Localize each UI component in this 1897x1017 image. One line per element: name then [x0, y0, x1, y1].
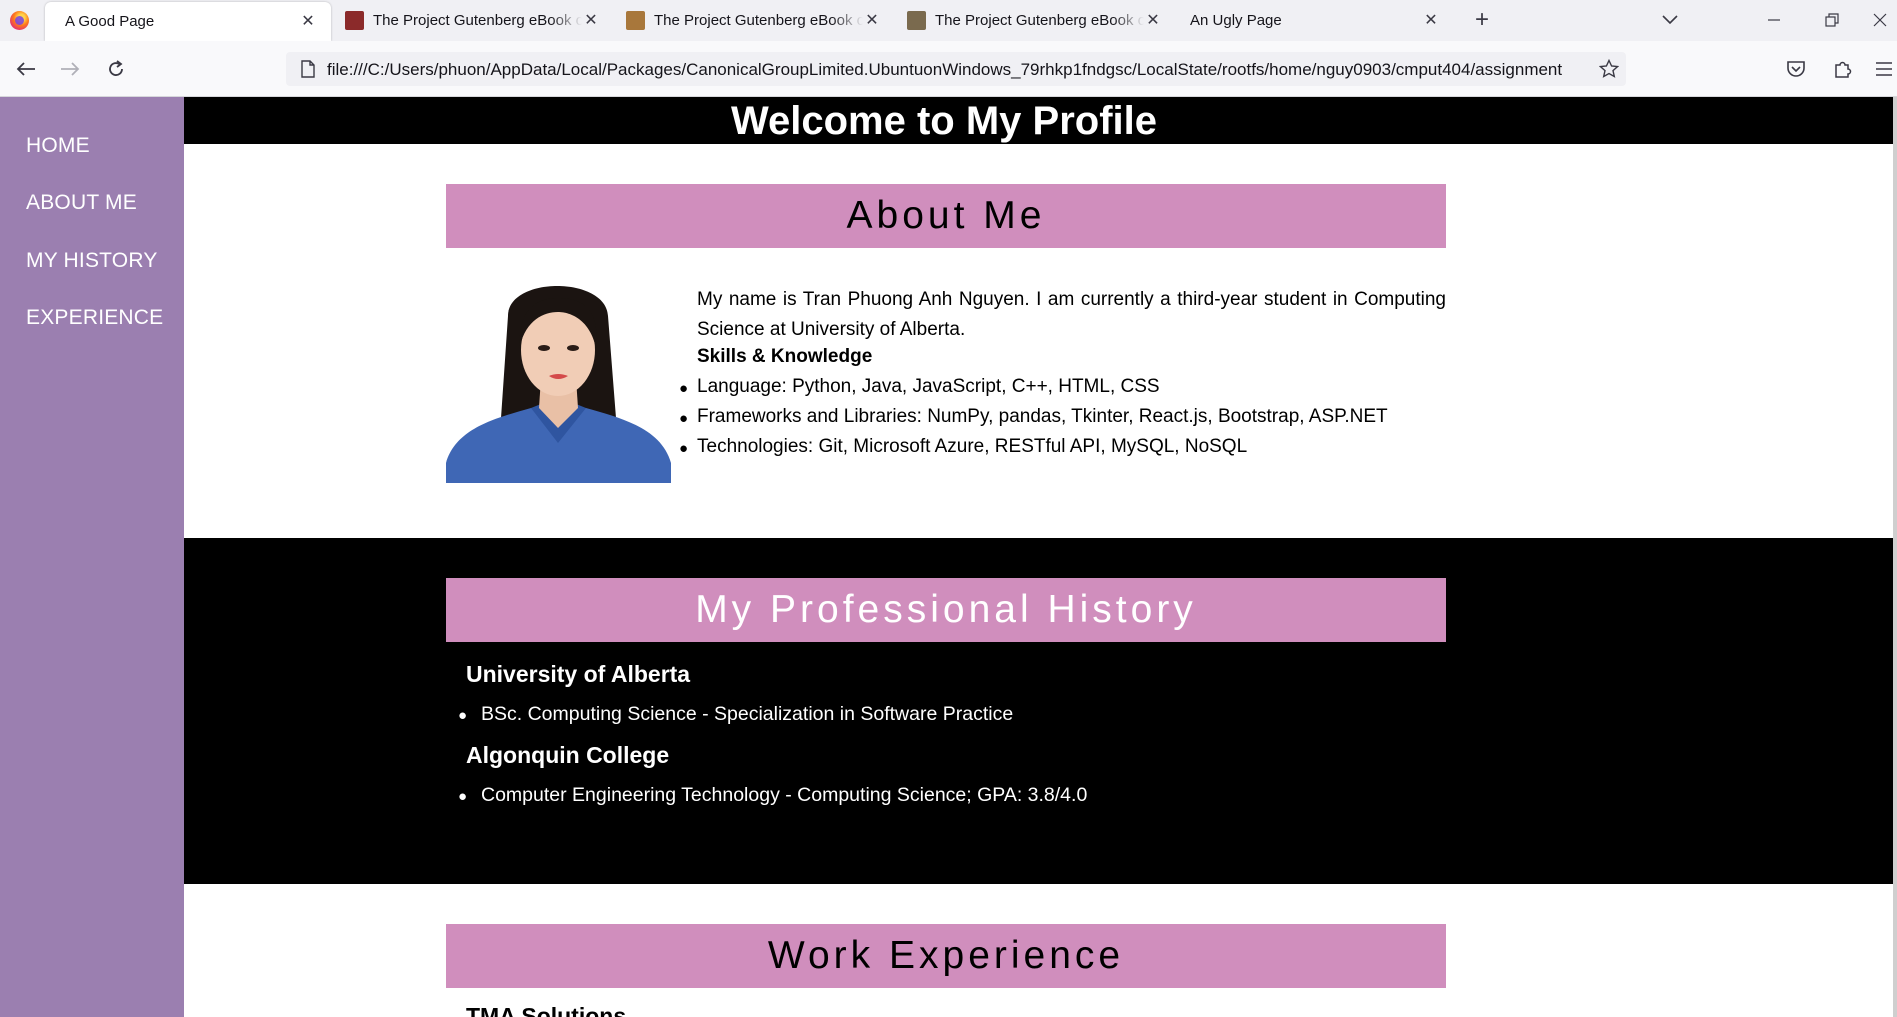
address-bar[interactable]: file:///C:/Users/phuon/AppData/Local/Pac…: [286, 52, 1626, 86]
bookmark-star-icon[interactable]: [1597, 57, 1621, 81]
close-tab-icon[interactable]: ✕: [582, 12, 600, 30]
bullet-icon: ●: [679, 380, 689, 397]
bullet-icon: ●: [458, 707, 468, 724]
page-viewport: HOME ABOUT ME MY HISTORY EXPERIENCE Welc…: [0, 97, 1897, 1017]
skill-item: Frameworks and Libraries: NumPy, pandas,…: [697, 406, 1388, 427]
page-file-icon[interactable]: [296, 57, 320, 81]
pocket-icon[interactable]: [1782, 55, 1810, 83]
close-tab-icon[interactable]: ✕: [1144, 12, 1162, 30]
sidebar-nav: HOME ABOUT ME MY HISTORY EXPERIENCE: [0, 97, 184, 1017]
institution-name: University of Alberta: [466, 661, 691, 687]
tab-gutenberg-3[interactable]: The Project Gutenberg eBook of ✕: [907, 0, 1162, 41]
firefox-icon[interactable]: [10, 11, 29, 30]
new-tab-icon[interactable]: +: [1468, 6, 1496, 34]
close-tab-icon[interactable]: ✕: [299, 13, 317, 31]
close-window-icon[interactable]: [1866, 6, 1894, 34]
professional-history-heading: My Professional History: [446, 578, 1446, 642]
menu-hamburger-icon[interactable]: [1870, 55, 1897, 83]
tab-title: An Ugly Page: [1190, 12, 1282, 29]
book-favicon-icon: [907, 11, 926, 30]
tab-gutenberg-2[interactable]: The Project Gutenberg eBook of ✕: [626, 0, 881, 41]
work-experience-heading: Work Experience: [446, 924, 1446, 988]
extensions-puzzle-icon[interactable]: [1829, 55, 1857, 83]
close-tab-icon[interactable]: ✕: [863, 12, 881, 30]
minimize-icon[interactable]: [1760, 6, 1788, 34]
book-favicon-icon: [345, 11, 364, 30]
bullet-icon: ●: [679, 440, 689, 457]
url-text[interactable]: file:///C:/Users/phuon/AppData/Local/Pac…: [327, 60, 1589, 80]
degree-detail: Computer Engineering Technology - Comput…: [481, 784, 1088, 806]
forward-arrow-icon[interactable]: [56, 55, 84, 83]
bullet-icon: ●: [458, 788, 468, 805]
page-title: Welcome to My Profile: [730, 99, 1157, 143]
tab-strip: A Good Page ✕ The Project Gutenberg eBoo…: [0, 0, 1897, 41]
skills-heading: Skills & Knowledge: [697, 346, 873, 367]
page-scrollbar[interactable]: [1893, 97, 1897, 1017]
degree-detail: BSc. Computing Science - Specialization …: [481, 703, 1014, 725]
sidebar-link-experience[interactable]: EXPERIENCE: [26, 306, 163, 330]
about-me-intro: My name is Tran Phuong Anh Nguyen. I am …: [697, 289, 1446, 341]
sidebar-link-my-history[interactable]: MY HISTORY: [26, 249, 158, 273]
profile-photo: [446, 268, 671, 483]
skill-item: Language: Python, Java, JavaScript, C++,…: [697, 376, 1160, 397]
book-favicon-icon: [626, 11, 645, 30]
skill-item: Technologies: Git, Microsoft Azure, REST…: [697, 436, 1248, 457]
back-arrow-icon[interactable]: [12, 55, 40, 83]
restore-icon[interactable]: [1818, 6, 1846, 34]
tab-list-chevron-icon[interactable]: [1656, 6, 1684, 34]
tab-good-page[interactable]: A Good Page ✕: [45, 2, 331, 41]
reload-icon[interactable]: [102, 55, 130, 83]
tab-title: The Project Gutenberg eBook of: [935, 12, 1144, 29]
sidebar-link-home[interactable]: HOME: [26, 134, 90, 158]
institution-name: Algonquin College: [466, 742, 670, 768]
bullet-icon: ●: [679, 410, 689, 427]
employer-name: TMA Solutions: [466, 1003, 627, 1017]
about-me-heading: About Me: [446, 184, 1446, 248]
tab-title: The Project Gutenberg eBook of: [373, 12, 582, 29]
sidebar-link-about-me[interactable]: ABOUT ME: [26, 191, 137, 215]
tab-gutenberg-1[interactable]: The Project Gutenberg eBook of ✕: [345, 0, 600, 41]
page-header: Welcome to My Profile: [184, 97, 1893, 144]
tab-title: A Good Page: [65, 13, 155, 30]
tab-title: The Project Gutenberg eBook of: [654, 12, 863, 29]
navigation-toolbar: file:///C:/Users/phuon/AppData/Local/Pac…: [0, 41, 1897, 97]
close-tab-icon[interactable]: ✕: [1422, 12, 1440, 30]
tab-ugly-page[interactable]: An Ugly Page ✕: [1190, 0, 1440, 41]
